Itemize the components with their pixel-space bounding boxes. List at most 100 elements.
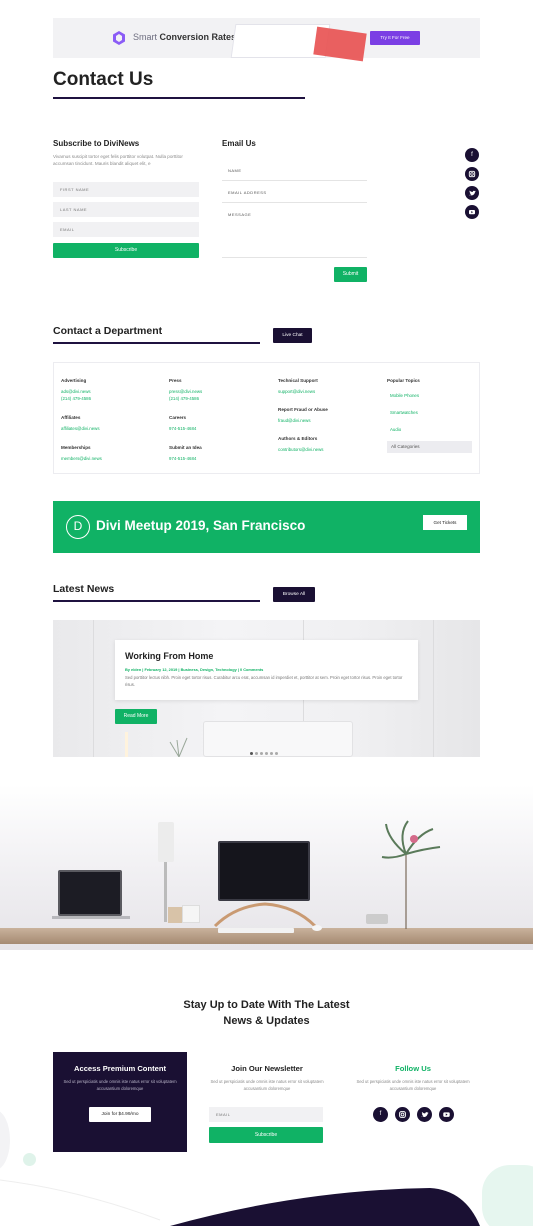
dept-fraud-title: Report Fraud or Abuse <box>278 407 328 412</box>
dept-memberships-email[interactable]: members@divi.news <box>61 455 102 462</box>
news-card: Working From Home By elden | February 12… <box>115 640 418 700</box>
topic-smartwatches[interactable]: Smartwatches <box>390 409 418 416</box>
slider-dot-active[interactable] <box>250 752 253 755</box>
laptop-image <box>58 870 122 916</box>
dept-affiliates-title: Affiliates <box>61 415 81 420</box>
footer-twitter-icon[interactable] <box>417 1107 432 1122</box>
read-more-button[interactable]: Read More <box>115 709 157 724</box>
subscribe-button[interactable]: Subscribe <box>53 243 199 258</box>
slider-dot[interactable] <box>265 752 268 755</box>
newsletter-subscribe-button[interactable]: Subscribe <box>209 1127 323 1143</box>
subscribe-title: Subscribe to DiviNews <box>53 139 140 148</box>
popular-topics-title: Popular Topics <box>387 378 420 383</box>
meetup-banner: D Divi Meetup 2019, San Francisco Get Ti… <box>53 501 480 553</box>
page-title: Contact Us <box>53 69 154 90</box>
footer-youtube-icon[interactable] <box>439 1107 454 1122</box>
get-tickets-button[interactable]: Get Tickets <box>423 515 467 530</box>
dept-advertising-title: Advertising <box>61 378 87 383</box>
submit-button[interactable]: Submit <box>334 267 367 282</box>
facebook-icon[interactable]: f <box>465 148 479 162</box>
monitor-stand <box>213 902 317 928</box>
last-name-field[interactable]: LAST NAME <box>53 202 199 217</box>
dept-careers-title: Careers <box>169 415 187 420</box>
dept-press-title: Press <box>169 378 182 383</box>
dept-careers-phone[interactable]: 974-515-4684 <box>169 425 196 432</box>
post-excerpt: Sed porttitor lectus nibh. Proin eget to… <box>125 675 403 687</box>
email-field[interactable]: EMAIL <box>53 222 199 237</box>
subscribe-text: Vivamus suscipit tortor eget felis portt… <box>53 154 183 166</box>
divi-logo-icon: D <box>66 515 90 539</box>
message-textarea[interactable]: MESSAGE <box>222 212 367 258</box>
live-chat-button[interactable]: Live Chat <box>273 328 312 343</box>
slider-dot[interactable] <box>270 752 273 755</box>
box-image <box>168 907 182 923</box>
section-title-line1: Stay Up to Date With The Latest <box>183 999 350 1011</box>
dept-affiliates-email[interactable]: affiliates@divi.news <box>61 425 100 432</box>
candle-image <box>125 732 128 757</box>
dept-support-title: Technical Support <box>278 378 318 383</box>
newsletter-section-title: Stay Up to Date With The Latest News & U… <box>0 997 533 1029</box>
mouse-image <box>312 925 322 931</box>
dept-fraud-email[interactable]: fraud@divi.news <box>278 417 311 424</box>
topic-audio[interactable]: Audio <box>390 426 401 433</box>
speaker-image <box>182 905 200 923</box>
dept-idea-title: Submit an Idea <box>169 445 202 450</box>
premium-text: Sed ut perspiciatis unde omnis iste natu… <box>63 1079 177 1091</box>
newsletter-title: Join Our Newsletter <box>231 1064 303 1073</box>
plant-image <box>169 737 188 757</box>
dept-authors-title: Authors & Editors <box>278 436 318 441</box>
department-divider <box>53 342 260 344</box>
footer-instagram-icon[interactable] <box>395 1107 410 1122</box>
slider-dot[interactable] <box>255 752 258 755</box>
post-title[interactable]: Working From Home <box>125 651 213 661</box>
section-title-line2: News & Updates <box>223 1015 310 1027</box>
slider-dot[interactable] <box>260 752 263 755</box>
slider-dot[interactable] <box>275 752 278 755</box>
news-slider: Working From Home By elden | February 12… <box>53 620 480 757</box>
newsletter-text: Sed ut perspiciatis unde omnis iste natu… <box>210 1079 324 1091</box>
first-name-field[interactable]: FIRST NAME <box>53 182 199 197</box>
topic-mobile-phones[interactable]: Mobile Phones <box>390 392 419 399</box>
dept-support-email[interactable]: support@divi.news <box>278 388 315 395</box>
laptop-base <box>52 916 130 919</box>
name-field[interactable]: NAME <box>222 168 367 181</box>
twitter-icon[interactable] <box>465 186 479 200</box>
category-select[interactable]: All Categories <box>387 441 472 453</box>
email-address-field[interactable]: EMAIL ADDRESS <box>222 190 367 203</box>
desk-hero-image <box>0 785 533 950</box>
lamp-image <box>158 822 174 862</box>
latest-news-divider <box>53 600 260 602</box>
dept-advertising-email[interactable]: ads@divi.news <box>61 388 91 395</box>
dept-authors-email[interactable]: contributors@divi.news <box>278 446 323 453</box>
monitor-image <box>218 841 310 901</box>
latest-news-title: Latest News <box>53 583 115 595</box>
banner-ad[interactable]: Smart Conversion Rates Try It For Free <box>53 18 480 62</box>
slider-dots[interactable] <box>250 742 278 757</box>
footer-facebook-icon[interactable]: f <box>373 1107 388 1122</box>
lamp-stand <box>164 862 167 922</box>
department-title: Contact a Department <box>53 325 163 337</box>
dept-idea-phone[interactable]: 974-515-4684 <box>169 455 196 462</box>
plant-image <box>381 820 441 929</box>
try-free-button[interactable]: Try It For Free <box>370 31 420 45</box>
follow-us-text: Sed ut perspiciatis unde omnis iste natu… <box>356 1079 470 1091</box>
title-divider <box>53 97 305 99</box>
meetup-title: Divi Meetup 2019, San Francisco <box>96 518 306 533</box>
monitor-image <box>203 721 353 757</box>
keyboard-image <box>218 928 294 933</box>
dept-press-phone[interactable]: (214) 479-4586 <box>169 395 199 402</box>
newsletter-email-field[interactable]: EMAIL <box>209 1107 323 1122</box>
premium-card: Access Premium Content Sed ut perspiciat… <box>53 1052 187 1152</box>
decor-curve <box>0 1179 480 1226</box>
dept-memberships-title: Memberships <box>61 445 91 450</box>
premium-title: Access Premium Content <box>74 1064 166 1073</box>
dept-advertising-phone[interactable]: (214) 479-4586 <box>61 395 91 402</box>
window-frame <box>433 620 434 757</box>
browse-all-button[interactable]: Browse All <box>273 587 315 602</box>
dept-press-email[interactable]: press@divi.news <box>169 388 202 395</box>
follow-us-title: Follow Us <box>395 1064 431 1073</box>
instagram-icon[interactable] <box>465 167 479 181</box>
tray-image <box>366 914 388 924</box>
youtube-icon[interactable] <box>465 205 479 219</box>
join-premium-button[interactable]: Join for $4.99/mo <box>89 1107 151 1122</box>
